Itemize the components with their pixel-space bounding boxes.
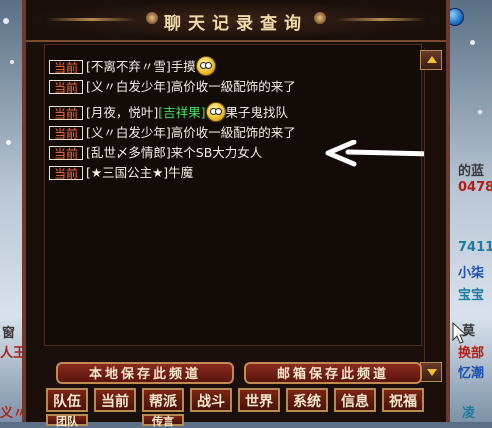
tab-current[interactable]: 当前 (94, 388, 136, 412)
channel-tag[interactable]: 当前 (49, 146, 83, 161)
window-title: 聊天记录查询 (164, 14, 308, 34)
snow-particle (478, 110, 482, 114)
tab-system[interactable]: 系统 (286, 388, 328, 412)
channel-tag[interactable]: 当前 (49, 126, 83, 141)
chat-message-area[interactable]: 当前 [不离不弃〃雪]手摸 当前 [义〃白发少年]高价收一級配饰的来了 当前 [月夜，悦叶… (44, 44, 422, 346)
chat-message-text: [义〃白发少年]高价收一級配饰的来了 (86, 79, 296, 94)
tab-world[interactable]: 世界 (238, 388, 280, 412)
chat-log-window: 聊天记录查询 当前 [不离不弃〃雪]手摸 当前 [义〃白发少年]高价收一級配饰的来了当… (22, 0, 450, 422)
chat-line: 当前 [义〃白发少年]高价收一級配饰的来了 (49, 125, 296, 141)
background-text: 换部 (458, 346, 485, 361)
tab-blessing[interactable]: 祝福 (382, 388, 424, 412)
tab-team[interactable]: 队伍 (46, 388, 88, 412)
tab-battle[interactable]: 战斗 (190, 388, 232, 412)
chat-line: 当前 [乱世〆多情郎]来个SB大力女人 (49, 145, 262, 161)
scrollbar-track[interactable] (424, 48, 441, 378)
chat-message-text: [乱世〆多情郎]来个SB大力女人 (86, 145, 263, 160)
background-text: 74110 (458, 240, 492, 255)
snow-particle (6, 140, 11, 145)
chat-message-text: [月夜，悦叶] (86, 105, 159, 120)
chat-line: 当前 [月夜，悦叶][吉祥果] 果子鬼找队 (49, 102, 289, 122)
chat-message-text: [★三国公主★]牛魔 (86, 165, 194, 180)
arrow-down-icon (427, 369, 437, 376)
mouse-cursor-icon (452, 322, 468, 344)
snow-particle (470, 40, 475, 45)
emote-face-icon (195, 56, 216, 76)
tab-rumor[interactable]: 传言 (142, 414, 184, 428)
channel-tag[interactable]: 当前 (49, 106, 83, 121)
chat-message-text[interactable]: [吉祥果] (158, 105, 205, 120)
emote-face-icon (205, 102, 226, 122)
scroll-up-button[interactable] (420, 50, 442, 70)
channel-tag[interactable]: 当前 (49, 60, 83, 75)
background-text: 0478 (458, 180, 492, 195)
chat-message-text: [不离不弃〃雪]手摸 (86, 59, 196, 74)
channel-tag[interactable]: 当前 (49, 166, 83, 181)
tab-info[interactable]: 信息 (334, 388, 376, 412)
save-local-channel-button[interactable]: 本地保存此频道 (56, 362, 234, 384)
channel-tag[interactable]: 当前 (49, 80, 83, 95)
tab-group[interactable]: 团队 (46, 414, 88, 428)
channel-tab-bar: 队伍 当前 帮派 战斗 世界 系统 信息 祝福 团队 传言 (22, 388, 450, 428)
save-mail-channel-button[interactable]: 邮箱保存此频道 (244, 362, 422, 384)
snow-particle (3, 18, 9, 24)
scroll-down-button[interactable] (420, 362, 442, 382)
background-text: 的蓝 (458, 164, 485, 179)
background-text: 忆潮 (458, 366, 485, 381)
background-text: 窗 (2, 326, 16, 341)
chat-message-text: 果子鬼找队 (225, 105, 289, 120)
background-text: 凌 (462, 406, 476, 421)
title-bar: 聊天记录查询 (26, 0, 446, 42)
background-text: 小柒 (458, 266, 485, 281)
chat-message-text: [义〃白发少年]高价收一級配饰的来了 (86, 125, 296, 140)
pointer-arrow-icon (325, 140, 434, 167)
tab-guild[interactable]: 帮派 (142, 388, 184, 412)
chat-line: 当前 [不离不弃〃雪]手摸 (49, 56, 216, 76)
chat-line: 当前 [义〃白发少年]高价收一級配饰的来了 (49, 79, 296, 95)
arrow-up-icon (427, 56, 437, 63)
snow-particle (10, 60, 14, 64)
background-text: 宝宝 (458, 288, 485, 303)
chat-line: 当前 [★三国公主★]牛魔 (49, 165, 193, 181)
